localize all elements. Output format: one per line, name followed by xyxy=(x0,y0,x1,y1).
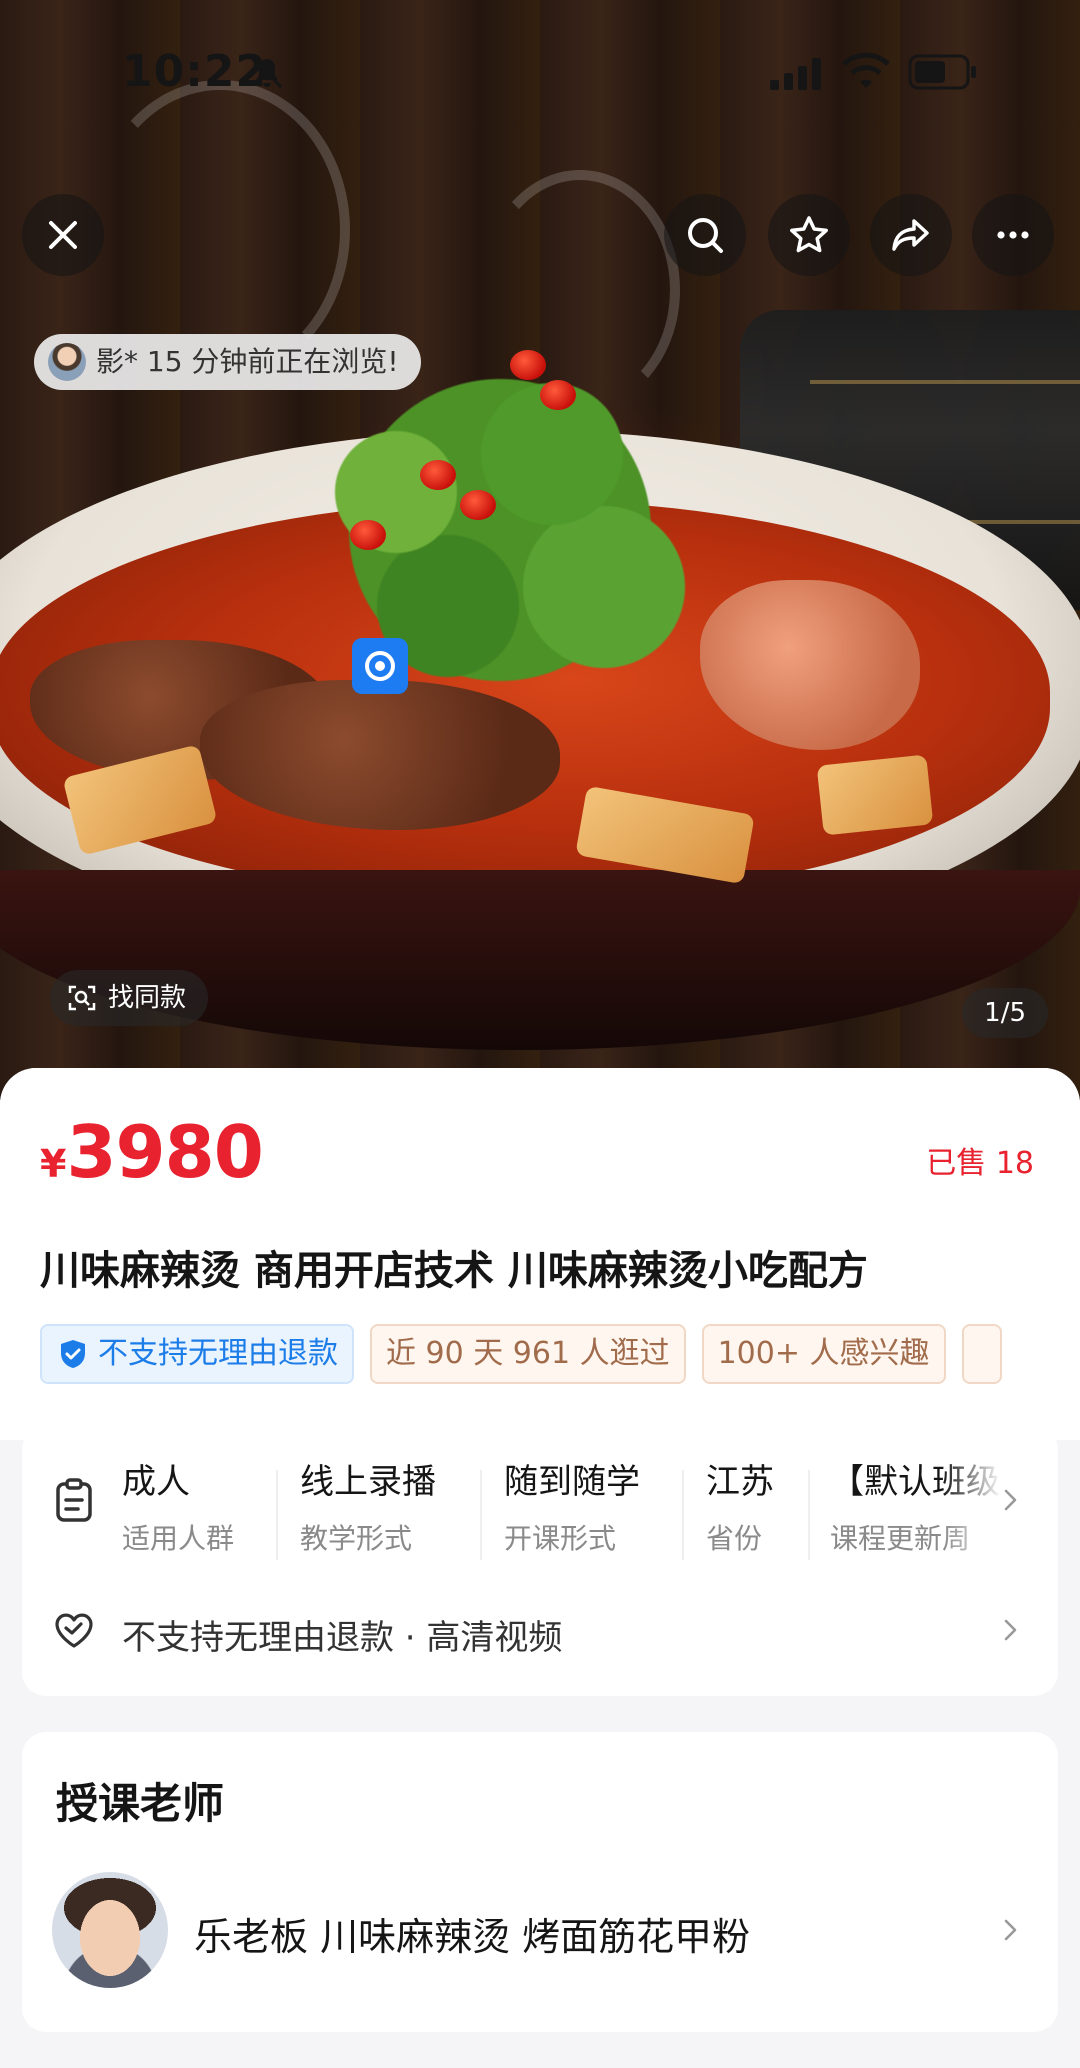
battery-icon xyxy=(908,54,976,90)
status-bar: 10:22 xyxy=(0,0,1080,140)
tag-label: 100+ 人感兴趣 xyxy=(717,1336,930,1371)
tag-views[interactable]: 近 90 天 961 人逛过 xyxy=(370,1324,686,1384)
tag-interest[interactable]: 100+ 人感兴趣 xyxy=(701,1324,946,1384)
close-icon xyxy=(49,221,77,249)
attribute-label: 省份 xyxy=(706,1522,763,1555)
divider xyxy=(808,1470,810,1560)
chevron-right-icon[interactable] xyxy=(998,1918,1022,1942)
watermark-logo xyxy=(352,638,408,694)
attribute-value: 江苏 xyxy=(706,1462,774,1502)
service-text: 不支持无理由退款 · 高清视频 xyxy=(122,1618,563,1658)
star-icon xyxy=(790,216,828,253)
course-attributes-card[interactable]: 成人 适用人群 线上录播 教学形式 随到随学 开课形式 江苏 省份 【默认班级 … xyxy=(22,1426,1058,1696)
divider xyxy=(682,1470,684,1560)
browse-notice-text: 影* 15 分钟前正在浏览! xyxy=(96,345,399,378)
attribute-value: 线上录播 xyxy=(300,1462,436,1502)
viewer-avatar xyxy=(48,343,86,381)
status-time: 10:22 xyxy=(122,46,268,97)
share-icon xyxy=(892,219,929,251)
attribute-province: 江苏 省份 xyxy=(706,1454,774,1557)
chevron-right-icon[interactable] xyxy=(998,1488,1022,1512)
attribute-value: 随到随学 xyxy=(504,1462,640,1502)
divider xyxy=(276,1470,278,1560)
browse-notice: 影* 15 分钟前正在浏览! xyxy=(34,334,421,390)
product-image[interactable]: 影* 15 分钟前正在浏览! 找同款 1/5 xyxy=(0,0,1080,1100)
attribute-audience: 成人 适用人群 xyxy=(122,1454,234,1557)
wifi-icon xyxy=(842,52,890,88)
chili-piece xyxy=(420,460,456,490)
chili-piece xyxy=(510,350,546,380)
attribute-schedule: 随到随学 开课形式 xyxy=(504,1454,640,1557)
product-summary: ¥3980 已售 18 川味麻辣烫 商用开店技术 川味麻辣烫小吃配方 不支持无理… xyxy=(0,1068,1080,1440)
product-sheet: ¥3980 已售 18 川味麻辣烫 商用开店技术 川味麻辣烫小吃配方 不支持无理… xyxy=(0,1068,1080,2068)
chevron-right-icon[interactable] xyxy=(998,1618,1022,1642)
search-button[interactable] xyxy=(664,194,746,276)
scan-icon xyxy=(68,985,96,1011)
signal-icon xyxy=(770,58,821,90)
teacher-card[interactable]: 授课老师 乐老板 川味麻辣烫 烤面筋花甲粉 xyxy=(22,1732,1058,2032)
share-button[interactable] xyxy=(870,194,952,276)
find-same-button[interactable]: 找同款 xyxy=(50,970,209,1026)
attributes-row[interactable]: 成人 适用人群 线上录播 教学形式 随到随学 开课形式 江苏 省份 【默认班级 … xyxy=(22,1454,1058,1574)
tag-row[interactable]: 不支持无理由退款 近 90 天 961 人逛过 100+ 人感兴趣 xyxy=(40,1324,1002,1384)
more-button[interactable] xyxy=(972,194,1054,276)
attribute-label: 教学形式 xyxy=(300,1522,413,1555)
tag-label: 不支持无理由退款 xyxy=(98,1336,338,1371)
teacher-heading: 授课老师 xyxy=(56,1779,225,1828)
price: ¥3980 xyxy=(40,1110,264,1194)
bell-off-icon xyxy=(251,55,283,89)
search-icon xyxy=(688,218,723,253)
close-button[interactable] xyxy=(22,194,104,276)
attribute-label: 开课形式 xyxy=(504,1522,617,1555)
clipboard-icon xyxy=(56,1478,92,1522)
chili-piece xyxy=(460,490,496,520)
product-title: 川味麻辣烫 商用开店技术 川味麻辣烫小吃配方 xyxy=(40,1248,868,1294)
shield-check-icon xyxy=(61,1340,85,1368)
divider xyxy=(480,1470,482,1560)
service-row[interactable]: 不支持无理由退款 · 高清视频 xyxy=(22,1596,1058,1666)
attribute-label: 适用人群 xyxy=(122,1522,235,1555)
more-icon xyxy=(997,231,1029,239)
find-same-label: 找同款 xyxy=(108,983,187,1013)
attribute-format: 线上录播 教学形式 xyxy=(300,1454,436,1557)
cilantro-garnish xyxy=(240,340,760,720)
favorite-button[interactable] xyxy=(768,194,850,276)
image-page-indicator: 1/5 xyxy=(962,988,1048,1038)
chili-piece xyxy=(350,520,386,550)
sold-count: 已售 18 xyxy=(926,1146,1034,1181)
teacher-name[interactable]: 乐老板 川味麻辣烫 烤面筋花甲粉 xyxy=(194,1906,750,1961)
tag-no-refund[interactable]: 不支持无理由退款 xyxy=(40,1324,354,1384)
tag-label: 近 90 天 961 人逛过 xyxy=(386,1336,670,1371)
tofu-piece xyxy=(816,754,934,836)
price-value: 3980 xyxy=(66,1110,263,1194)
tag-partial[interactable] xyxy=(961,1324,1002,1384)
teacher-avatar[interactable] xyxy=(52,1872,168,1988)
heart-shield-icon xyxy=(55,1613,93,1648)
fade-overlay xyxy=(942,1454,1002,1574)
price-currency: ¥ xyxy=(40,1142,67,1186)
chili-piece xyxy=(540,380,576,410)
attribute-value: 成人 xyxy=(122,1462,190,1502)
